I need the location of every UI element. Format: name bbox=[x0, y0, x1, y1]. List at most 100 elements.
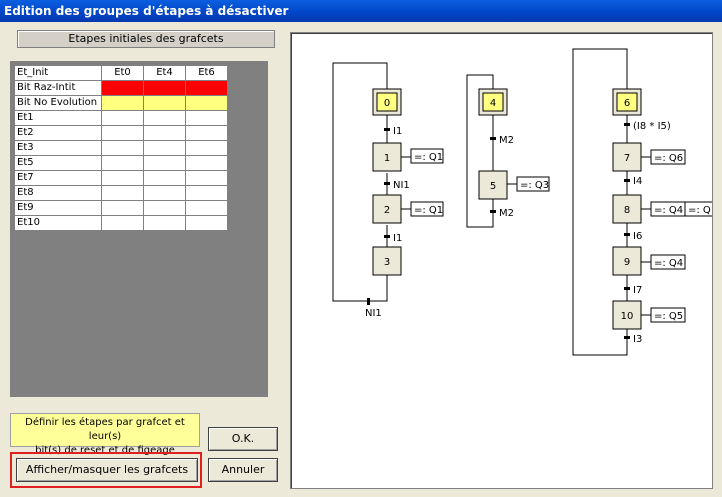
grid-cell[interactable] bbox=[101, 215, 144, 231]
step-label: 0 bbox=[384, 98, 390, 109]
grid-cell[interactable] bbox=[143, 95, 186, 111]
transition-label: (I8 * I5) bbox=[633, 121, 671, 132]
grid-cell[interactable] bbox=[185, 185, 228, 201]
grid-row-header: Bit Raz-Intit bbox=[14, 80, 102, 96]
panel-caption: Etapes initiales des grafcets bbox=[17, 30, 275, 48]
grid-area: Et_Init Et0 Et4 Et6 Bit Raz-Intit Bit No… bbox=[10, 61, 268, 397]
grafcet-diagram: 0 I1 1 =: Q1 NI1 2 =: Q1 I1 3 NI1 4 M2 5 bbox=[332, 48, 712, 356]
transition-label: M2 bbox=[499, 208, 514, 219]
transition-label: I7 bbox=[633, 285, 642, 296]
grid-cell[interactable] bbox=[143, 125, 186, 141]
transition-bar bbox=[490, 137, 496, 140]
table-row: Et1 bbox=[14, 110, 228, 126]
transition-bar bbox=[624, 179, 630, 182]
table-row: Et9 bbox=[14, 200, 228, 216]
grid-cell[interactable] bbox=[185, 80, 228, 96]
grid-row-header: Et10 bbox=[14, 215, 102, 231]
step-label: 7 bbox=[624, 153, 630, 164]
step-label: 5 bbox=[490, 181, 496, 192]
transition-bar bbox=[384, 182, 390, 185]
grid-cell[interactable] bbox=[101, 170, 144, 186]
grid-cell[interactable] bbox=[185, 95, 228, 111]
step-label: 8 bbox=[624, 205, 630, 216]
grid-cell[interactable] bbox=[185, 170, 228, 186]
grid-header-row: Et_Init Et0 Et4 Et6 bbox=[14, 65, 228, 81]
grid-cell[interactable] bbox=[101, 140, 144, 156]
grid-cell[interactable] bbox=[101, 200, 144, 216]
grid-header-cell[interactable]: Et0 bbox=[101, 65, 144, 81]
transition-bar bbox=[384, 128, 390, 131]
action-label: =: Q4 bbox=[654, 258, 683, 269]
action-label: =: Q1 bbox=[414, 205, 443, 216]
grid-cell[interactable] bbox=[185, 110, 228, 126]
transition-label: M2 bbox=[499, 135, 514, 146]
grid-row-header: Et5 bbox=[14, 155, 102, 171]
step-label: 3 bbox=[384, 257, 390, 268]
steps-grid: Et_Init Et0 Et4 Et6 Bit Raz-Intit Bit No… bbox=[14, 65, 228, 231]
grid-header-cell: Et_Init bbox=[14, 65, 102, 81]
ok-button[interactable]: O.K. bbox=[208, 427, 278, 451]
table-row: Et2 bbox=[14, 125, 228, 141]
grid-cell[interactable] bbox=[143, 215, 186, 231]
grid-cell[interactable] bbox=[143, 200, 186, 216]
transition-label: I1 bbox=[393, 126, 402, 137]
transition-label: I6 bbox=[633, 231, 642, 242]
grid-row-header: Et3 bbox=[14, 140, 102, 156]
toggle-grafcets-button[interactable]: Afficher/masquer les grafcets bbox=[16, 458, 198, 482]
step-label: 2 bbox=[384, 205, 390, 216]
transition-label: NI1 bbox=[365, 308, 382, 319]
grid-row-header: Et7 bbox=[14, 170, 102, 186]
grid-row-header: Et2 bbox=[14, 125, 102, 141]
step-label: 9 bbox=[624, 257, 630, 268]
table-row: Bit Raz-Intit bbox=[14, 80, 228, 96]
transition-bar bbox=[624, 287, 630, 290]
table-row: Et5 bbox=[14, 155, 228, 171]
transition-label: I1 bbox=[393, 233, 402, 244]
grid-cell[interactable] bbox=[101, 155, 144, 171]
grid-cell[interactable] bbox=[185, 200, 228, 216]
grid-cell[interactable] bbox=[101, 95, 144, 111]
grafcet-canvas[interactable]: 0 I1 1 =: Q1 NI1 2 =: Q1 I1 3 NI1 4 M2 5 bbox=[290, 32, 713, 489]
transition-bar bbox=[624, 233, 630, 236]
grid-cell[interactable] bbox=[143, 80, 186, 96]
table-row: Et3 bbox=[14, 140, 228, 156]
grid-row-header: Et1 bbox=[14, 110, 102, 126]
step-label: 10 bbox=[621, 311, 634, 322]
action-label: =: Q4 bbox=[654, 205, 683, 216]
grid-cell[interactable] bbox=[143, 140, 186, 156]
grid-header-cell[interactable]: Et6 bbox=[185, 65, 228, 81]
grid-cell[interactable] bbox=[143, 185, 186, 201]
transition-bar bbox=[367, 298, 370, 305]
window-title: Edition des groupes d'étapes à désactive… bbox=[0, 0, 722, 22]
grid-row-header: Bit No Evolution bbox=[14, 95, 102, 111]
transition-bar bbox=[384, 235, 390, 238]
action-label: =: Q6 bbox=[654, 153, 683, 164]
cancel-button[interactable]: Annuler bbox=[208, 458, 278, 482]
transition-bar bbox=[624, 123, 630, 126]
table-row: Et7 bbox=[14, 170, 228, 186]
grid-cell[interactable] bbox=[185, 125, 228, 141]
grid-cell[interactable] bbox=[185, 215, 228, 231]
transition-label: I3 bbox=[633, 334, 642, 345]
grid-cell[interactable] bbox=[143, 170, 186, 186]
help-note-line: Définir les étapes par grafcet et leur(s… bbox=[25, 417, 185, 442]
action-label: =: Q bbox=[688, 205, 711, 216]
table-row: Bit No Evolution bbox=[14, 95, 228, 111]
grid-header-cell[interactable]: Et4 bbox=[143, 65, 186, 81]
grid-cell[interactable] bbox=[185, 155, 228, 171]
grid-cell[interactable] bbox=[101, 185, 144, 201]
grid-cell[interactable] bbox=[101, 125, 144, 141]
table-row: Et8 bbox=[14, 185, 228, 201]
action-label: =: Q3 bbox=[520, 180, 549, 191]
grid-row-header: Et9 bbox=[14, 200, 102, 216]
grid-cell[interactable] bbox=[101, 110, 144, 126]
grid-cell[interactable] bbox=[185, 140, 228, 156]
step-label: 4 bbox=[490, 98, 496, 109]
grid-cell[interactable] bbox=[143, 155, 186, 171]
transition-bar bbox=[624, 336, 630, 339]
step-label: 6 bbox=[624, 98, 630, 109]
action-label: =: Q1 bbox=[414, 152, 443, 163]
grid-cell[interactable] bbox=[143, 110, 186, 126]
grid-cell[interactable] bbox=[101, 80, 144, 96]
grid-row-header: Et8 bbox=[14, 185, 102, 201]
